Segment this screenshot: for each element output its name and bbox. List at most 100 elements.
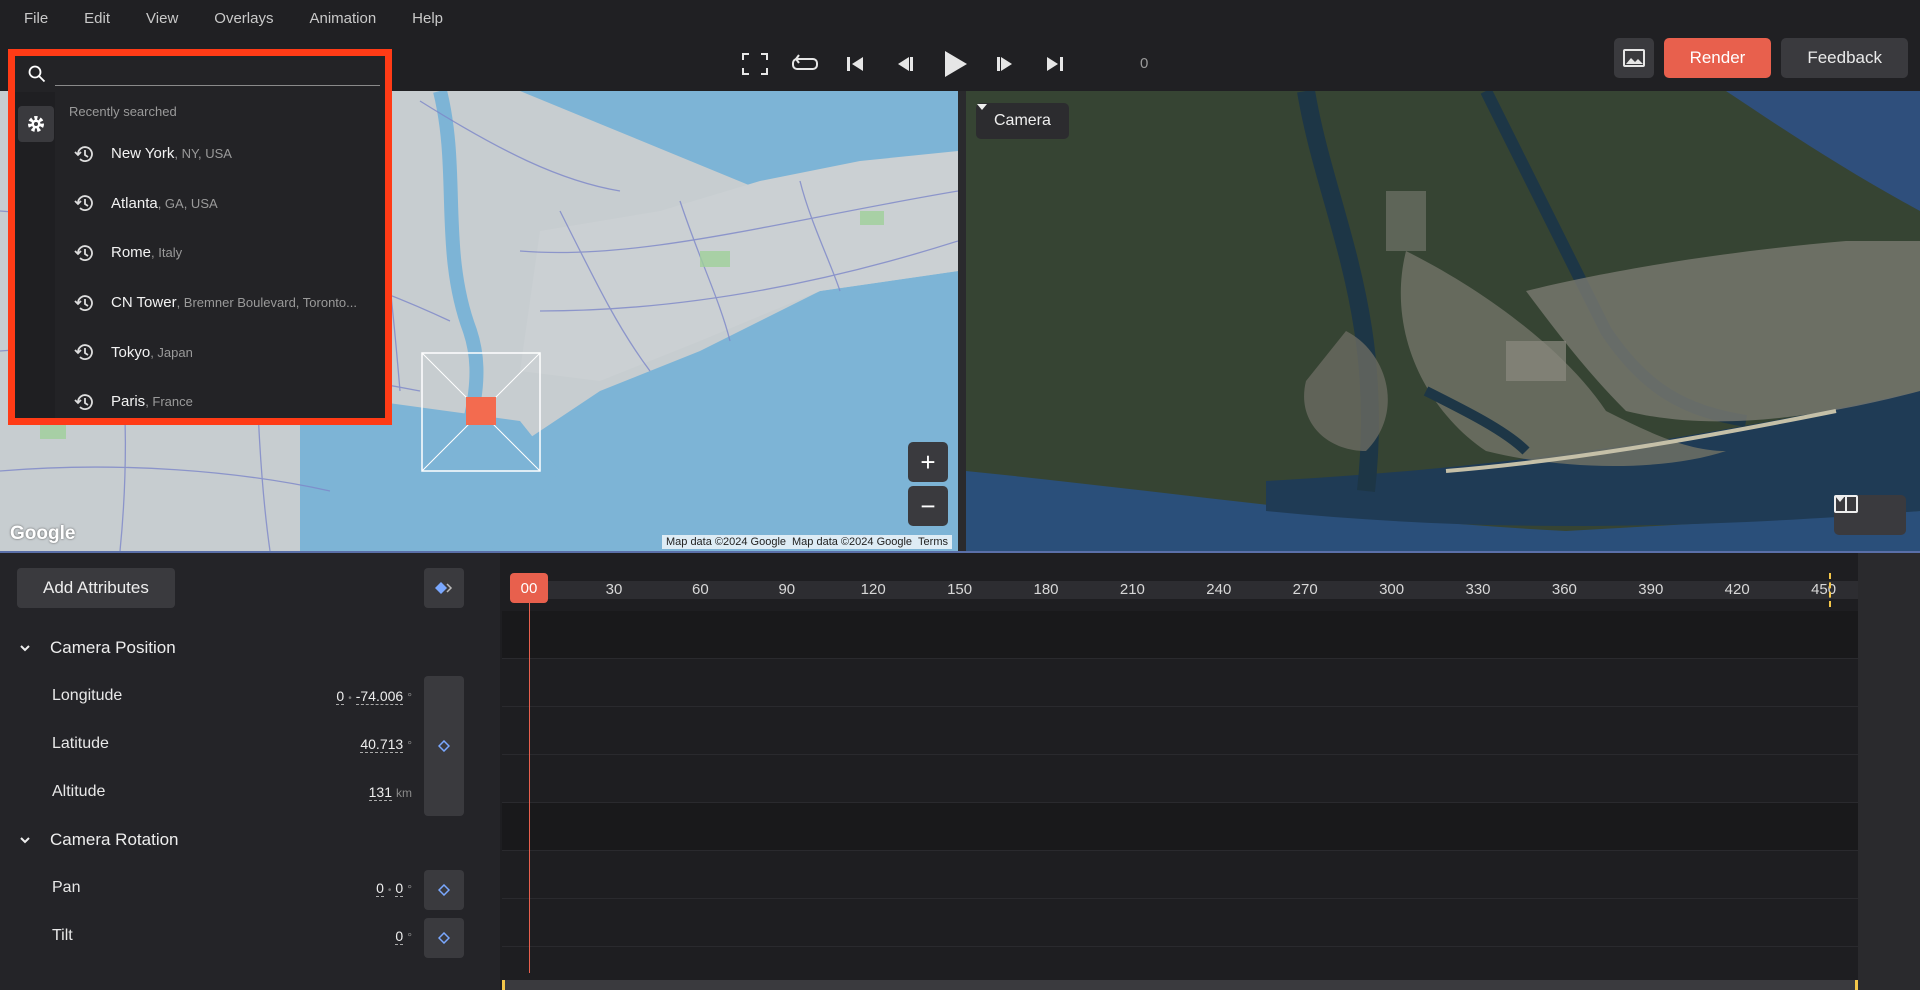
attr-row-altitude: Altitude 131 km [0, 768, 420, 816]
camera-select-label: Camera [994, 112, 1051, 129]
attributes-panel: Add Attributes Camera Position Longitude… [0, 553, 500, 990]
transport-controls [735, 36, 1085, 91]
recent-item[interactable]: New York, NY, USA [55, 129, 385, 179]
terms-link[interactable]: Terms [918, 536, 948, 548]
recent-item[interactable]: CN Tower, Bremner Boulevard, Toronto... [55, 278, 385, 328]
zoom-out-button[interactable]: − [908, 486, 948, 526]
google-logo: Google [10, 523, 76, 544]
track-row [502, 755, 1858, 803]
menu-animation[interactable]: Animation [309, 10, 376, 27]
menu-edit[interactable]: Edit [84, 10, 110, 27]
map-data-label-1: Map data ©2024 Google [665, 536, 787, 548]
keyframe-icon [435, 582, 453, 594]
ruler-tick: 450 [1811, 581, 1837, 598]
recent-item-sub: , France [145, 394, 193, 410]
group-camera-position[interactable]: Camera Position [0, 624, 500, 672]
step-back-button[interactable] [885, 44, 925, 84]
pan-input[interactable]: 0 [395, 880, 404, 897]
location-search-panel: Recently searched New York, NY, USA Atla… [8, 49, 392, 425]
pan-keyframe-button[interactable] [424, 870, 464, 910]
latitude-input[interactable]: 40.713 [360, 736, 404, 753]
search-settings-button[interactable] [18, 106, 54, 142]
ruler-tick: 90 [778, 581, 796, 598]
caret-down-icon [977, 104, 987, 110]
timeline-panel: Add Attributes Camera Position Longitude… [0, 551, 1920, 990]
track-row [502, 659, 1858, 707]
skip-end-icon [1047, 56, 1063, 71]
attr-row-latitude: Latitude 40.713 ° [0, 720, 420, 768]
zoom-in-button[interactable]: + [908, 442, 948, 482]
add-attributes-button[interactable]: Add Attributes [17, 568, 175, 608]
track-row [502, 803, 1858, 851]
layout-toggle-button[interactable] [1834, 495, 1906, 535]
step-forward-icon [997, 56, 1012, 71]
attr-row-pan: Pan 0 • 0 ° [0, 864, 420, 912]
search-bar [15, 56, 385, 92]
menu-view[interactable]: View [146, 10, 178, 27]
keyframe-diamond-icon [438, 884, 450, 896]
longitude-deg-input[interactable]: 0 [336, 688, 345, 705]
end-marker[interactable] [1829, 573, 1831, 607]
group-camera-rotation[interactable]: Camera Rotation [0, 816, 500, 864]
play-button[interactable] [935, 44, 975, 84]
attr-row-tilt: Tilt 0 ° [0, 912, 420, 960]
track-area[interactable] [502, 611, 1858, 973]
attr-label: Latitude [52, 735, 109, 752]
camera-select[interactable]: Camera [976, 103, 1069, 139]
recent-item-name: CN Tower [111, 294, 177, 312]
ruler-tick: 180 [1033, 581, 1059, 598]
step-forward-button[interactable] [985, 44, 1025, 84]
feedback-button[interactable]: Feedback [1781, 38, 1908, 78]
keyframe-diamond-icon [438, 740, 450, 752]
timeline-ruler[interactable]: 30 60 90 120 150 180 210 240 270 300 330 360 390 420 4… [510, 581, 1858, 599]
menu-file[interactable]: File [24, 10, 48, 27]
pan-deg-input[interactable]: 0 [376, 880, 384, 897]
history-icon [74, 146, 93, 162]
attr-label: Pan [52, 879, 81, 896]
tilt-input[interactable]: 0 [395, 928, 404, 945]
history-icon [74, 393, 93, 410]
recent-item[interactable]: Paris, France [55, 377, 385, 427]
unit-label: ° [407, 689, 412, 704]
image-icon [1622, 49, 1645, 67]
timeline-right-gutter [1858, 553, 1920, 990]
fullscreen-button[interactable] [735, 44, 775, 84]
track-row [502, 707, 1858, 755]
recent-item[interactable]: Tokyo, Japan [55, 327, 385, 377]
ruler-tick: 390 [1638, 581, 1664, 598]
playhead-handle[interactable]: 00 [510, 573, 548, 603]
viewport-divider[interactable] [958, 91, 966, 551]
attr-values: 0 ° [395, 928, 412, 945]
menu-overlays[interactable]: Overlays [214, 10, 273, 27]
render-button[interactable]: Render [1663, 38, 1772, 78]
altitude-input[interactable]: 131 [368, 784, 392, 801]
recent-search-list: Recently searched New York, NY, USA Atla… [55, 92, 385, 427]
position-keyframe-button[interactable] [424, 676, 464, 816]
camera-viewport[interactable]: Camera [966, 91, 1920, 551]
timeline-scrollbar[interactable] [502, 980, 1858, 990]
ruler-tick: 240 [1206, 581, 1232, 598]
loop-button[interactable] [785, 44, 825, 84]
value-separator: • [387, 884, 392, 896]
history-icon [74, 245, 93, 261]
longitude-input[interactable]: -74.006 [355, 688, 404, 705]
recent-item[interactable]: Atlanta, GA, USA [55, 179, 385, 229]
recent-item[interactable]: Rome, Italy [55, 228, 385, 278]
tilt-keyframe-button[interactable] [424, 918, 464, 958]
menu-help[interactable]: Help [412, 10, 443, 27]
unit-label: ° [407, 929, 412, 944]
fullscreen-icon [742, 52, 768, 75]
unit-label: ° [407, 881, 412, 896]
search-input[interactable] [55, 60, 380, 86]
chevron-down-icon [20, 837, 30, 844]
recent-heading: Recently searched [69, 104, 177, 119]
value-separator: • [348, 692, 352, 704]
map-attribution: Map data ©2024 Google Map data ©2024 Goo… [661, 535, 952, 549]
attr-values: 131 km [368, 784, 412, 801]
unit-label: km [396, 785, 412, 800]
recent-item-name: Tokyo [111, 343, 151, 361]
keyframe-nav-button[interactable] [424, 568, 464, 608]
skip-end-button[interactable] [1035, 44, 1075, 84]
snapshot-button[interactable] [1613, 38, 1654, 78]
skip-start-button[interactable] [835, 44, 875, 84]
